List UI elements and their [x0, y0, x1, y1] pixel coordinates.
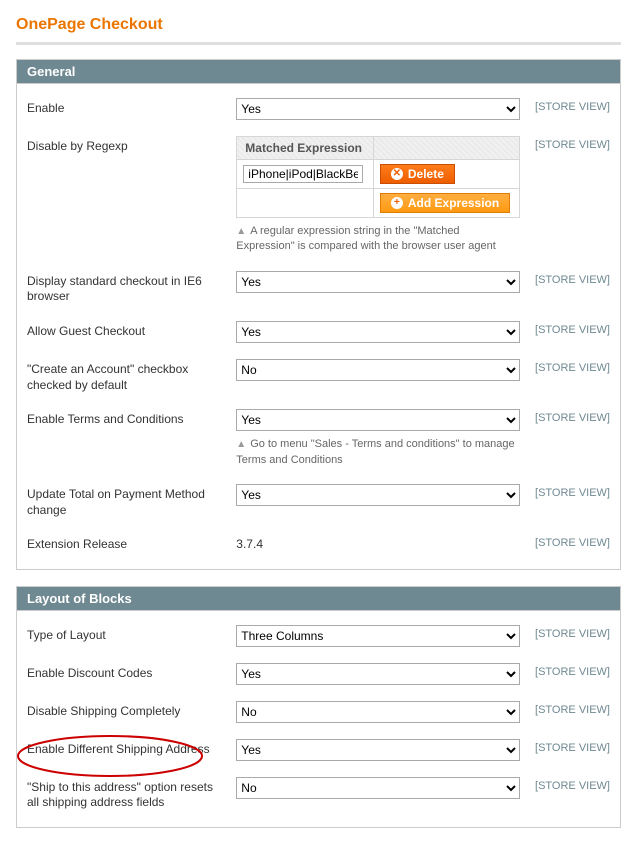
label-terms: Enable Terms and Conditions	[27, 409, 236, 428]
label-update-total: Update Total on Payment Method change	[27, 484, 236, 518]
terms-hint: ▲Go to menu "Sales - Terms and condition…	[236, 437, 520, 468]
add-expression-button[interactable]: + Add Expression	[380, 193, 510, 213]
delete-button-label: Delete	[408, 167, 444, 181]
select-guest[interactable]: Yes	[236, 321, 520, 343]
highlight-ellipse-icon	[15, 731, 215, 781]
select-ie6[interactable]: Yes	[236, 271, 520, 293]
label-disable-ship: Disable Shipping Completely	[27, 701, 236, 720]
value-release: 3.7.4	[236, 534, 520, 551]
select-diff-ship[interactable]: Yes	[236, 739, 520, 761]
row-disable-ship: Disable Shipping Completely No [STORE VI…	[27, 701, 610, 723]
select-disable-ship[interactable]: No	[236, 701, 520, 723]
select-layout-type[interactable]: Three Columns	[236, 625, 520, 647]
row-guest: Allow Guest Checkout Yes [STORE VIEW]	[27, 321, 610, 343]
label-create-acct: "Create an Account" checkbox checked by …	[27, 359, 236, 393]
hint-arrow-icon: ▲	[236, 226, 246, 237]
regexp-col-header: Matched Expression	[237, 137, 374, 160]
row-terms: Enable Terms and Conditions Yes ▲Go to m…	[27, 409, 610, 468]
row-diff-ship: Enable Different Shipping Address Yes [S…	[27, 739, 610, 761]
row-release: Extension Release 3.7.4 [STORE VIEW]	[27, 534, 610, 553]
regexp-add-row: + Add Expression	[237, 189, 520, 218]
delete-expression-button[interactable]: ✕ Delete	[380, 164, 455, 184]
scope-label: [STORE VIEW]	[520, 271, 610, 286]
scope-label: [STORE VIEW]	[520, 98, 610, 113]
delete-icon: ✕	[391, 168, 403, 180]
label-discount: Enable Discount Codes	[27, 663, 236, 682]
add-button-label: Add Expression	[408, 196, 499, 210]
row-disable-regexp: Disable by Regexp Matched Expression	[27, 136, 610, 255]
scope-label: [STORE VIEW]	[520, 321, 610, 336]
scope-label: [STORE VIEW]	[520, 625, 610, 640]
row-ship-reset: "Ship to this address" option resets all…	[27, 777, 610, 811]
scope-label: [STORE VIEW]	[520, 739, 610, 754]
regexp-table: Matched Expression ✕ D	[236, 136, 520, 218]
add-icon: +	[391, 197, 403, 209]
label-ship-reset: "Ship to this address" option resets all…	[27, 777, 236, 811]
label-release: Extension Release	[27, 534, 236, 553]
select-ship-reset[interactable]: No	[236, 777, 520, 799]
hint-arrow-icon: ▲	[236, 439, 246, 450]
row-ie6: Display standard checkout in IE6 browser…	[27, 271, 610, 305]
label-disable-regexp: Disable by Regexp	[27, 136, 236, 155]
regexp-hint: ▲A regular expression string in the "Mat…	[236, 224, 520, 255]
select-discount[interactable]: Yes	[236, 663, 520, 685]
scope-label: [STORE VIEW]	[520, 136, 610, 151]
row-update-total: Update Total on Payment Method change Ye…	[27, 484, 610, 518]
section-header-general[interactable]: General	[17, 60, 620, 84]
scope-label: [STORE VIEW]	[520, 484, 610, 499]
regexp-col-action	[373, 137, 519, 160]
scope-label: [STORE VIEW]	[520, 701, 610, 716]
section-layout: Layout of Blocks Type of Layout Three Co…	[16, 586, 621, 828]
label-enable: Enable	[27, 98, 236, 117]
scope-label: [STORE VIEW]	[520, 663, 610, 678]
scope-label: [STORE VIEW]	[520, 409, 610, 424]
select-terms[interactable]: Yes	[236, 409, 520, 431]
page-title: OnePage Checkout	[16, 16, 621, 45]
label-ie6: Display standard checkout in IE6 browser	[27, 271, 236, 305]
regexp-input[interactable]	[243, 165, 363, 183]
scope-label: [STORE VIEW]	[520, 534, 610, 549]
scope-label: [STORE VIEW]	[520, 777, 610, 792]
section-header-layout[interactable]: Layout of Blocks	[17, 587, 620, 611]
scope-label: [STORE VIEW]	[520, 359, 610, 374]
row-layout-type: Type of Layout Three Columns [STORE VIEW…	[27, 625, 610, 647]
section-general: General Enable Yes [STORE VIEW] Disable …	[16, 59, 621, 570]
row-discount: Enable Discount Codes Yes [STORE VIEW]	[27, 663, 610, 685]
select-create-acct[interactable]: No	[236, 359, 520, 381]
regexp-row: ✕ Delete	[237, 160, 520, 189]
label-guest: Allow Guest Checkout	[27, 321, 236, 340]
select-update-total[interactable]: Yes	[236, 484, 520, 506]
label-layout-type: Type of Layout	[27, 625, 236, 644]
select-enable[interactable]: Yes	[236, 98, 520, 120]
row-enable: Enable Yes [STORE VIEW]	[27, 98, 610, 120]
row-create-acct: "Create an Account" checkbox checked by …	[27, 359, 610, 393]
